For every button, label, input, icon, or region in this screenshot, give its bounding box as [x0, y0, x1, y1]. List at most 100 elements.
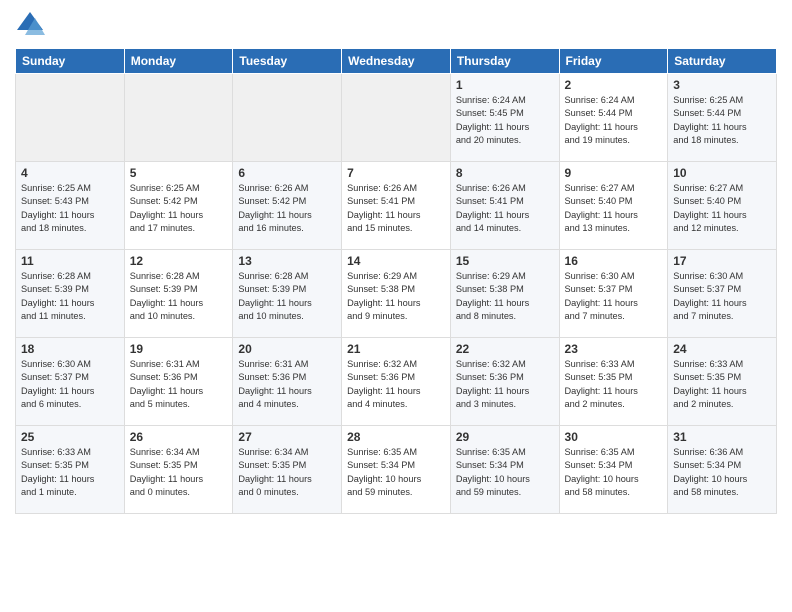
day-info: Sunrise: 6:28 AM Sunset: 5:39 PM Dayligh… — [130, 270, 228, 323]
calendar-week-row: 18 Sunrise: 6:30 AM Sunset: 5:37 PM Dayli… — [16, 338, 777, 426]
day-info: Sunrise: 6:26 AM Sunset: 5:41 PM Dayligh… — [456, 182, 554, 235]
calendar-cell: 13Sunrise: 6:28 AM Sunset: 5:39 PM Dayli… — [233, 250, 342, 338]
day-number: 16 — [565, 254, 663, 268]
logo-icon — [15, 10, 45, 40]
calendar-week-row: 25 Sunrise: 6:33 AM Sunset: 5:35 PM Dayli… — [16, 426, 777, 514]
day-info: Sunrise: 6:29 AM Sunset: 5:38 PM Dayligh… — [456, 270, 554, 323]
day-info: Sunrise: 6:33 AM Sunset: 5:35 PM Dayligh… — [21, 446, 119, 499]
calendar-cell: 18 Sunrise: 6:30 AM Sunset: 5:37 PM Dayli… — [16, 338, 125, 426]
day-number: 14 — [347, 254, 445, 268]
day-info: Sunrise: 6:35 AM Sunset: 5:34 PM Dayligh… — [456, 446, 554, 499]
calendar-cell: 27 Sunrise: 6:34 AM Sunset: 5:35 PM Dayli… — [233, 426, 342, 514]
day-number: 24 — [673, 342, 771, 356]
calendar-day-header: Wednesday — [342, 49, 451, 74]
day-number: 9 — [565, 166, 663, 180]
calendar-cell: 10 Sunrise: 6:27 AM Sunset: 5:40 PM Dayli… — [668, 162, 777, 250]
day-number: 17 — [673, 254, 771, 268]
calendar-cell: 4 Sunrise: 6:25 AM Sunset: 5:43 PM Daylig… — [16, 162, 125, 250]
calendar-cell — [16, 74, 125, 162]
day-info: Sunrise: 6:27 AM Sunset: 5:40 PM Dayligh… — [565, 182, 663, 235]
calendar-day-header: Saturday — [668, 49, 777, 74]
day-info: Sunrise: 6:30 AM Sunset: 5:37 PM Dayligh… — [673, 270, 771, 323]
calendar-cell: 6Sunrise: 6:26 AM Sunset: 5:42 PM Daylig… — [233, 162, 342, 250]
day-info: Sunrise: 6:30 AM Sunset: 5:37 PM Dayligh… — [21, 358, 119, 411]
day-number: 11 — [21, 254, 119, 268]
calendar-cell: 26Sunrise: 6:34 AM Sunset: 5:35 PM Dayli… — [124, 426, 233, 514]
calendar-week-row: 4 Sunrise: 6:25 AM Sunset: 5:43 PM Daylig… — [16, 162, 777, 250]
calendar-cell: 30 Sunrise: 6:35 AM Sunset: 5:34 PM Dayli… — [559, 426, 668, 514]
day-info: Sunrise: 6:34 AM Sunset: 5:35 PM Dayligh… — [130, 446, 228, 499]
page-container: SundayMondayTuesdayWednesdayThursdayFrid… — [0, 0, 792, 612]
day-info: Sunrise: 6:31 AM Sunset: 5:36 PM Dayligh… — [130, 358, 228, 411]
day-number: 25 — [21, 430, 119, 444]
day-number: 31 — [673, 430, 771, 444]
day-info: Sunrise: 6:29 AM Sunset: 5:38 PM Dayligh… — [347, 270, 445, 323]
day-info: Sunrise: 6:30 AM Sunset: 5:37 PM Dayligh… — [565, 270, 663, 323]
calendar-cell: 23 Sunrise: 6:33 AM Sunset: 5:35 PM Dayli… — [559, 338, 668, 426]
day-number: 3 — [673, 78, 771, 92]
day-number: 21 — [347, 342, 445, 356]
day-number: 4 — [21, 166, 119, 180]
calendar-week-row: 11 Sunrise: 6:28 AM Sunset: 5:39 PM Dayli… — [16, 250, 777, 338]
calendar-cell: 16 Sunrise: 6:30 AM Sunset: 5:37 PM Dayli… — [559, 250, 668, 338]
day-info: Sunrise: 6:34 AM Sunset: 5:35 PM Dayligh… — [238, 446, 336, 499]
day-number: 23 — [565, 342, 663, 356]
day-info: Sunrise: 6:31 AM Sunset: 5:36 PM Dayligh… — [238, 358, 336, 411]
day-number: 19 — [130, 342, 228, 356]
day-number: 5 — [130, 166, 228, 180]
day-number: 2 — [565, 78, 663, 92]
calendar-cell: 31Sunrise: 6:36 AM Sunset: 5:34 PM Dayli… — [668, 426, 777, 514]
calendar-table: SundayMondayTuesdayWednesdayThursdayFrid… — [15, 48, 777, 514]
day-number: 12 — [130, 254, 228, 268]
day-number: 1 — [456, 78, 554, 92]
day-info: Sunrise: 6:25 AM Sunset: 5:44 PM Dayligh… — [673, 94, 771, 147]
day-info: Sunrise: 6:26 AM Sunset: 5:41 PM Dayligh… — [347, 182, 445, 235]
calendar-cell: 7 Sunrise: 6:26 AM Sunset: 5:41 PM Daylig… — [342, 162, 451, 250]
calendar-cell: 11 Sunrise: 6:28 AM Sunset: 5:39 PM Dayli… — [16, 250, 125, 338]
day-number: 29 — [456, 430, 554, 444]
calendar-cell: 19 Sunrise: 6:31 AM Sunset: 5:36 PM Dayli… — [124, 338, 233, 426]
day-info: Sunrise: 6:25 AM Sunset: 5:43 PM Dayligh… — [21, 182, 119, 235]
calendar-cell: 2 Sunrise: 6:24 AM Sunset: 5:44 PM Daylig… — [559, 74, 668, 162]
calendar-cell: 17 Sunrise: 6:30 AM Sunset: 5:37 PM Dayli… — [668, 250, 777, 338]
calendar-day-header: Thursday — [450, 49, 559, 74]
calendar-cell: 21Sunrise: 6:32 AM Sunset: 5:36 PM Dayli… — [342, 338, 451, 426]
day-info: Sunrise: 6:35 AM Sunset: 5:34 PM Dayligh… — [565, 446, 663, 499]
calendar-cell: 14 Sunrise: 6:29 AM Sunset: 5:38 PM Dayli… — [342, 250, 451, 338]
day-info: Sunrise: 6:33 AM Sunset: 5:35 PM Dayligh… — [565, 358, 663, 411]
day-info: Sunrise: 6:25 AM Sunset: 5:42 PM Dayligh… — [130, 182, 228, 235]
day-number: 22 — [456, 342, 554, 356]
calendar-cell: 15Sunrise: 6:29 AM Sunset: 5:38 PM Dayli… — [450, 250, 559, 338]
calendar-cell — [124, 74, 233, 162]
day-number: 18 — [21, 342, 119, 356]
calendar-cell: 29 Sunrise: 6:35 AM Sunset: 5:34 PM Dayli… — [450, 426, 559, 514]
calendar-header-row: SundayMondayTuesdayWednesdayThursdayFrid… — [16, 49, 777, 74]
day-number: 30 — [565, 430, 663, 444]
calendar-cell: 3 Sunrise: 6:25 AM Sunset: 5:44 PM Daylig… — [668, 74, 777, 162]
day-info: Sunrise: 6:24 AM Sunset: 5:44 PM Dayligh… — [565, 94, 663, 147]
day-number: 28 — [347, 430, 445, 444]
calendar-cell: 24 Sunrise: 6:33 AM Sunset: 5:35 PM Dayli… — [668, 338, 777, 426]
calendar-cell: 25 Sunrise: 6:33 AM Sunset: 5:35 PM Dayli… — [16, 426, 125, 514]
day-info: Sunrise: 6:26 AM Sunset: 5:42 PM Dayligh… — [238, 182, 336, 235]
calendar-day-header: Sunday — [16, 49, 125, 74]
day-number: 10 — [673, 166, 771, 180]
calendar-cell: 12 Sunrise: 6:28 AM Sunset: 5:39 PM Dayli… — [124, 250, 233, 338]
day-number: 27 — [238, 430, 336, 444]
calendar-cell — [342, 74, 451, 162]
day-info: Sunrise: 6:24 AM Sunset: 5:45 PM Dayligh… — [456, 94, 554, 147]
day-number: 7 — [347, 166, 445, 180]
calendar-cell: 9 Sunrise: 6:27 AM Sunset: 5:40 PM Daylig… — [559, 162, 668, 250]
calendar-cell: 5 Sunrise: 6:25 AM Sunset: 5:42 PM Daylig… — [124, 162, 233, 250]
calendar-cell: 8 Sunrise: 6:26 AM Sunset: 5:41 PM Daylig… — [450, 162, 559, 250]
calendar-week-row: 1 Sunrise: 6:24 AM Sunset: 5:45 PM Daylig… — [16, 74, 777, 162]
day-info: Sunrise: 6:32 AM Sunset: 5:36 PM Dayligh… — [456, 358, 554, 411]
day-info: Sunrise: 6:27 AM Sunset: 5:40 PM Dayligh… — [673, 182, 771, 235]
calendar-day-header: Tuesday — [233, 49, 342, 74]
calendar-cell: 20 Sunrise: 6:31 AM Sunset: 5:36 PM Dayli… — [233, 338, 342, 426]
day-number: 20 — [238, 342, 336, 356]
calendar-day-header: Monday — [124, 49, 233, 74]
day-number: 8 — [456, 166, 554, 180]
day-info: Sunrise: 6:28 AM Sunset: 5:39 PM Dayligh… — [21, 270, 119, 323]
day-info: Sunrise: 6:33 AM Sunset: 5:35 PM Dayligh… — [673, 358, 771, 411]
